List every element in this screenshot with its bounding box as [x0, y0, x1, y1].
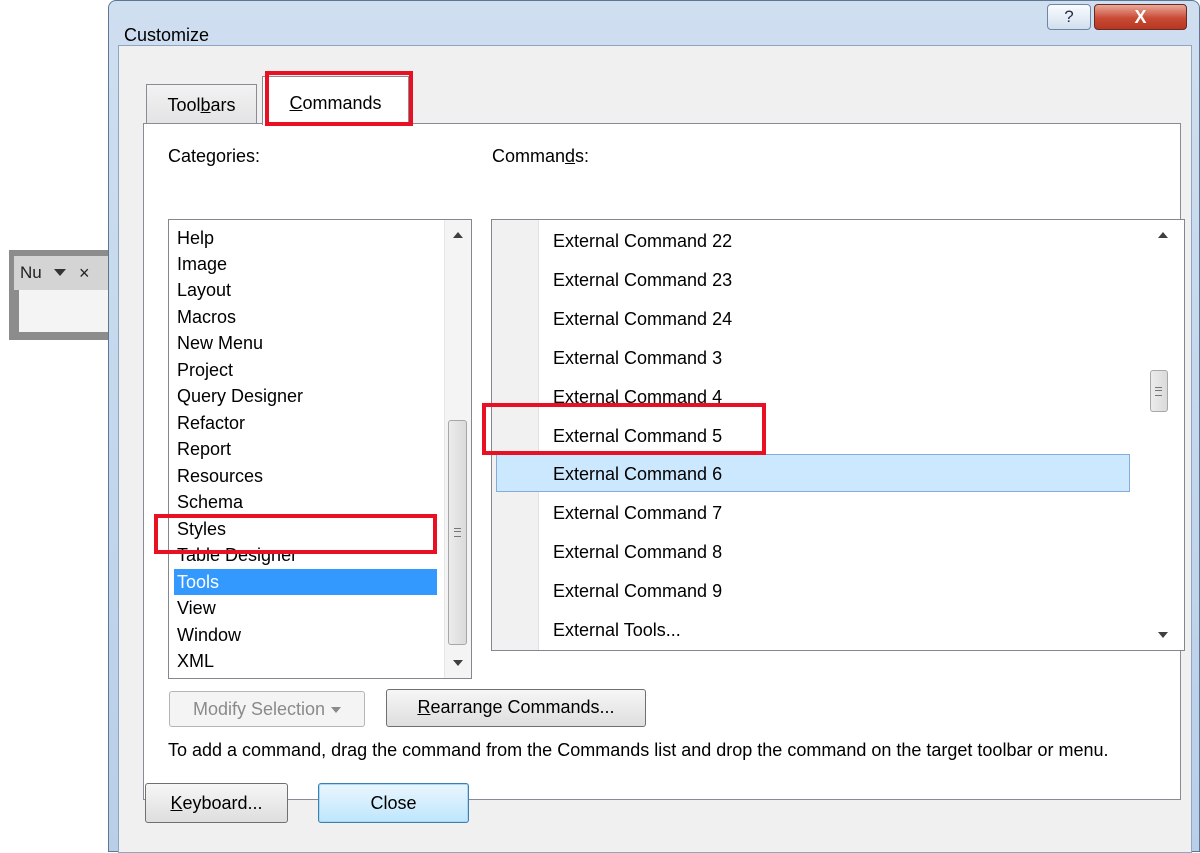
window-close-button[interactable]: X — [1094, 4, 1187, 30]
category-item[interactable]: Image — [177, 251, 227, 277]
dropdown-arrow-icon[interactable] — [54, 269, 66, 276]
category-item[interactable]: Styles — [177, 516, 226, 542]
command-item[interactable]: External Command 22 — [553, 222, 732, 261]
commands-label: Commands: — [492, 146, 589, 167]
tab-commands-label-accel: C — [289, 93, 303, 113]
commands-listbox[interactable]: External Command 22 External Command 23 … — [491, 219, 1185, 651]
category-item-selected[interactable]: Tools — [174, 569, 437, 595]
floating-toolbar-body — [19, 290, 118, 332]
scroll-up-arrow-icon[interactable] — [453, 232, 463, 238]
command-item[interactable]: External Command 8 — [553, 533, 722, 572]
category-item[interactable]: Macros — [177, 304, 236, 330]
categories-label-accel: g — [206, 146, 217, 166]
modify-selection-button[interactable]: Modify Selection — [169, 691, 365, 727]
category-item[interactable]: Project — [177, 357, 233, 383]
floating-toolbar[interactable]: Nu × — [9, 250, 119, 340]
command-item[interactable]: External Command 9 — [553, 572, 722, 611]
tab-toolbars-label-accel: b — [200, 95, 211, 115]
categories-listbox[interactable]: Help Image Layout Macros New Menu Projec… — [168, 219, 472, 679]
category-item[interactable]: Resources — [177, 463, 263, 489]
category-item[interactable]: Schema — [177, 489, 243, 515]
rearrange-label-accel: R — [417, 697, 431, 717]
dropdown-caret-icon — [331, 707, 342, 714]
category-item[interactable]: Window — [177, 622, 241, 648]
category-item[interactable]: Table Designer — [177, 542, 297, 568]
tab-toolbars[interactable]: Toolbars — [146, 84, 257, 124]
categories-scrollbar[interactable] — [444, 220, 471, 678]
floating-toolbar-titlebar[interactable]: Nu × — [14, 256, 118, 290]
category-item[interactable]: Query Designer — [177, 383, 303, 409]
rearrange-label-post: earrange Commands... — [430, 697, 615, 717]
title-bar[interactable]: Customize ? X — [109, 1, 1199, 45]
category-item[interactable]: Help — [177, 225, 214, 251]
category-item[interactable]: New Menu — [177, 330, 263, 356]
category-item[interactable]: Report — [177, 436, 231, 462]
keyboard-button[interactable]: Keyboard... — [145, 783, 288, 823]
commands-scrollbar[interactable] — [1142, 220, 1184, 650]
close-icon[interactable]: × — [79, 256, 90, 290]
categories-label-post: ories: — [216, 146, 261, 166]
grip-icon — [454, 528, 461, 537]
commands-label-post: s: — [575, 146, 590, 166]
tab-commands-label-post: ommands — [302, 93, 382, 113]
scroll-up-arrow-icon[interactable] — [1158, 232, 1168, 238]
commands-label-accel: d — [565, 146, 576, 166]
commands-label-pre: Comman — [492, 146, 566, 166]
floating-toolbar-title: Nu — [20, 263, 42, 282]
command-item-selected[interactable]: External Command 6 — [553, 455, 722, 494]
category-item[interactable]: Layout — [177, 277, 231, 303]
commands-tab-panel: Categories: Commands: Help Image Layout … — [143, 123, 1185, 800]
category-item[interactable]: XML — [177, 648, 214, 674]
commands-icon-gutter — [492, 220, 539, 650]
scrollbar-thumb[interactable] — [1150, 370, 1168, 412]
instruction-text: To add a command, drag the command from … — [168, 740, 1109, 760]
category-item[interactable]: Refactor — [177, 410, 245, 436]
command-item[interactable]: External Command 23 — [553, 261, 732, 300]
tab-toolbars-label-post: ars — [210, 95, 236, 115]
customize-dialog: Customize ? X Toolbars Commands Categori… — [108, 0, 1200, 853]
scroll-down-arrow-icon[interactable] — [453, 660, 463, 666]
modify-selection-label: Modify Selection — [192, 699, 326, 719]
categories-label-pre: Cate — [168, 146, 207, 166]
scroll-down-arrow-icon[interactable] — [1158, 632, 1168, 638]
command-item[interactable]: External Command 4 — [553, 378, 722, 417]
rearrange-commands-button[interactable]: Rearrange Commands... — [386, 689, 646, 727]
close-button[interactable]: Close — [318, 783, 469, 823]
command-item[interactable]: External Command 5 — [553, 417, 722, 456]
categories-label: Categories: — [168, 146, 260, 167]
keyboard-label-post: eyboard... — [182, 793, 263, 813]
scrollbar-thumb[interactable] — [448, 420, 467, 645]
category-item[interactable]: View — [177, 595, 216, 621]
command-item[interactable]: External Command 24 — [553, 300, 732, 339]
dialog-title: Customize — [124, 25, 210, 45]
help-button[interactable]: ? — [1047, 4, 1091, 30]
command-item[interactable]: External Command 3 — [553, 339, 722, 378]
grip-icon — [1155, 387, 1162, 396]
keyboard-label-accel: K — [170, 793, 183, 813]
command-item[interactable]: External Command 7 — [553, 494, 722, 533]
dialog-client-area: Toolbars Commands Categories: Commands: … — [118, 45, 1192, 853]
tab-toolbars-label-pre: Tool — [167, 95, 201, 115]
command-item[interactable]: External Tools... — [553, 611, 681, 650]
tab-commands[interactable]: Commands — [262, 76, 409, 125]
